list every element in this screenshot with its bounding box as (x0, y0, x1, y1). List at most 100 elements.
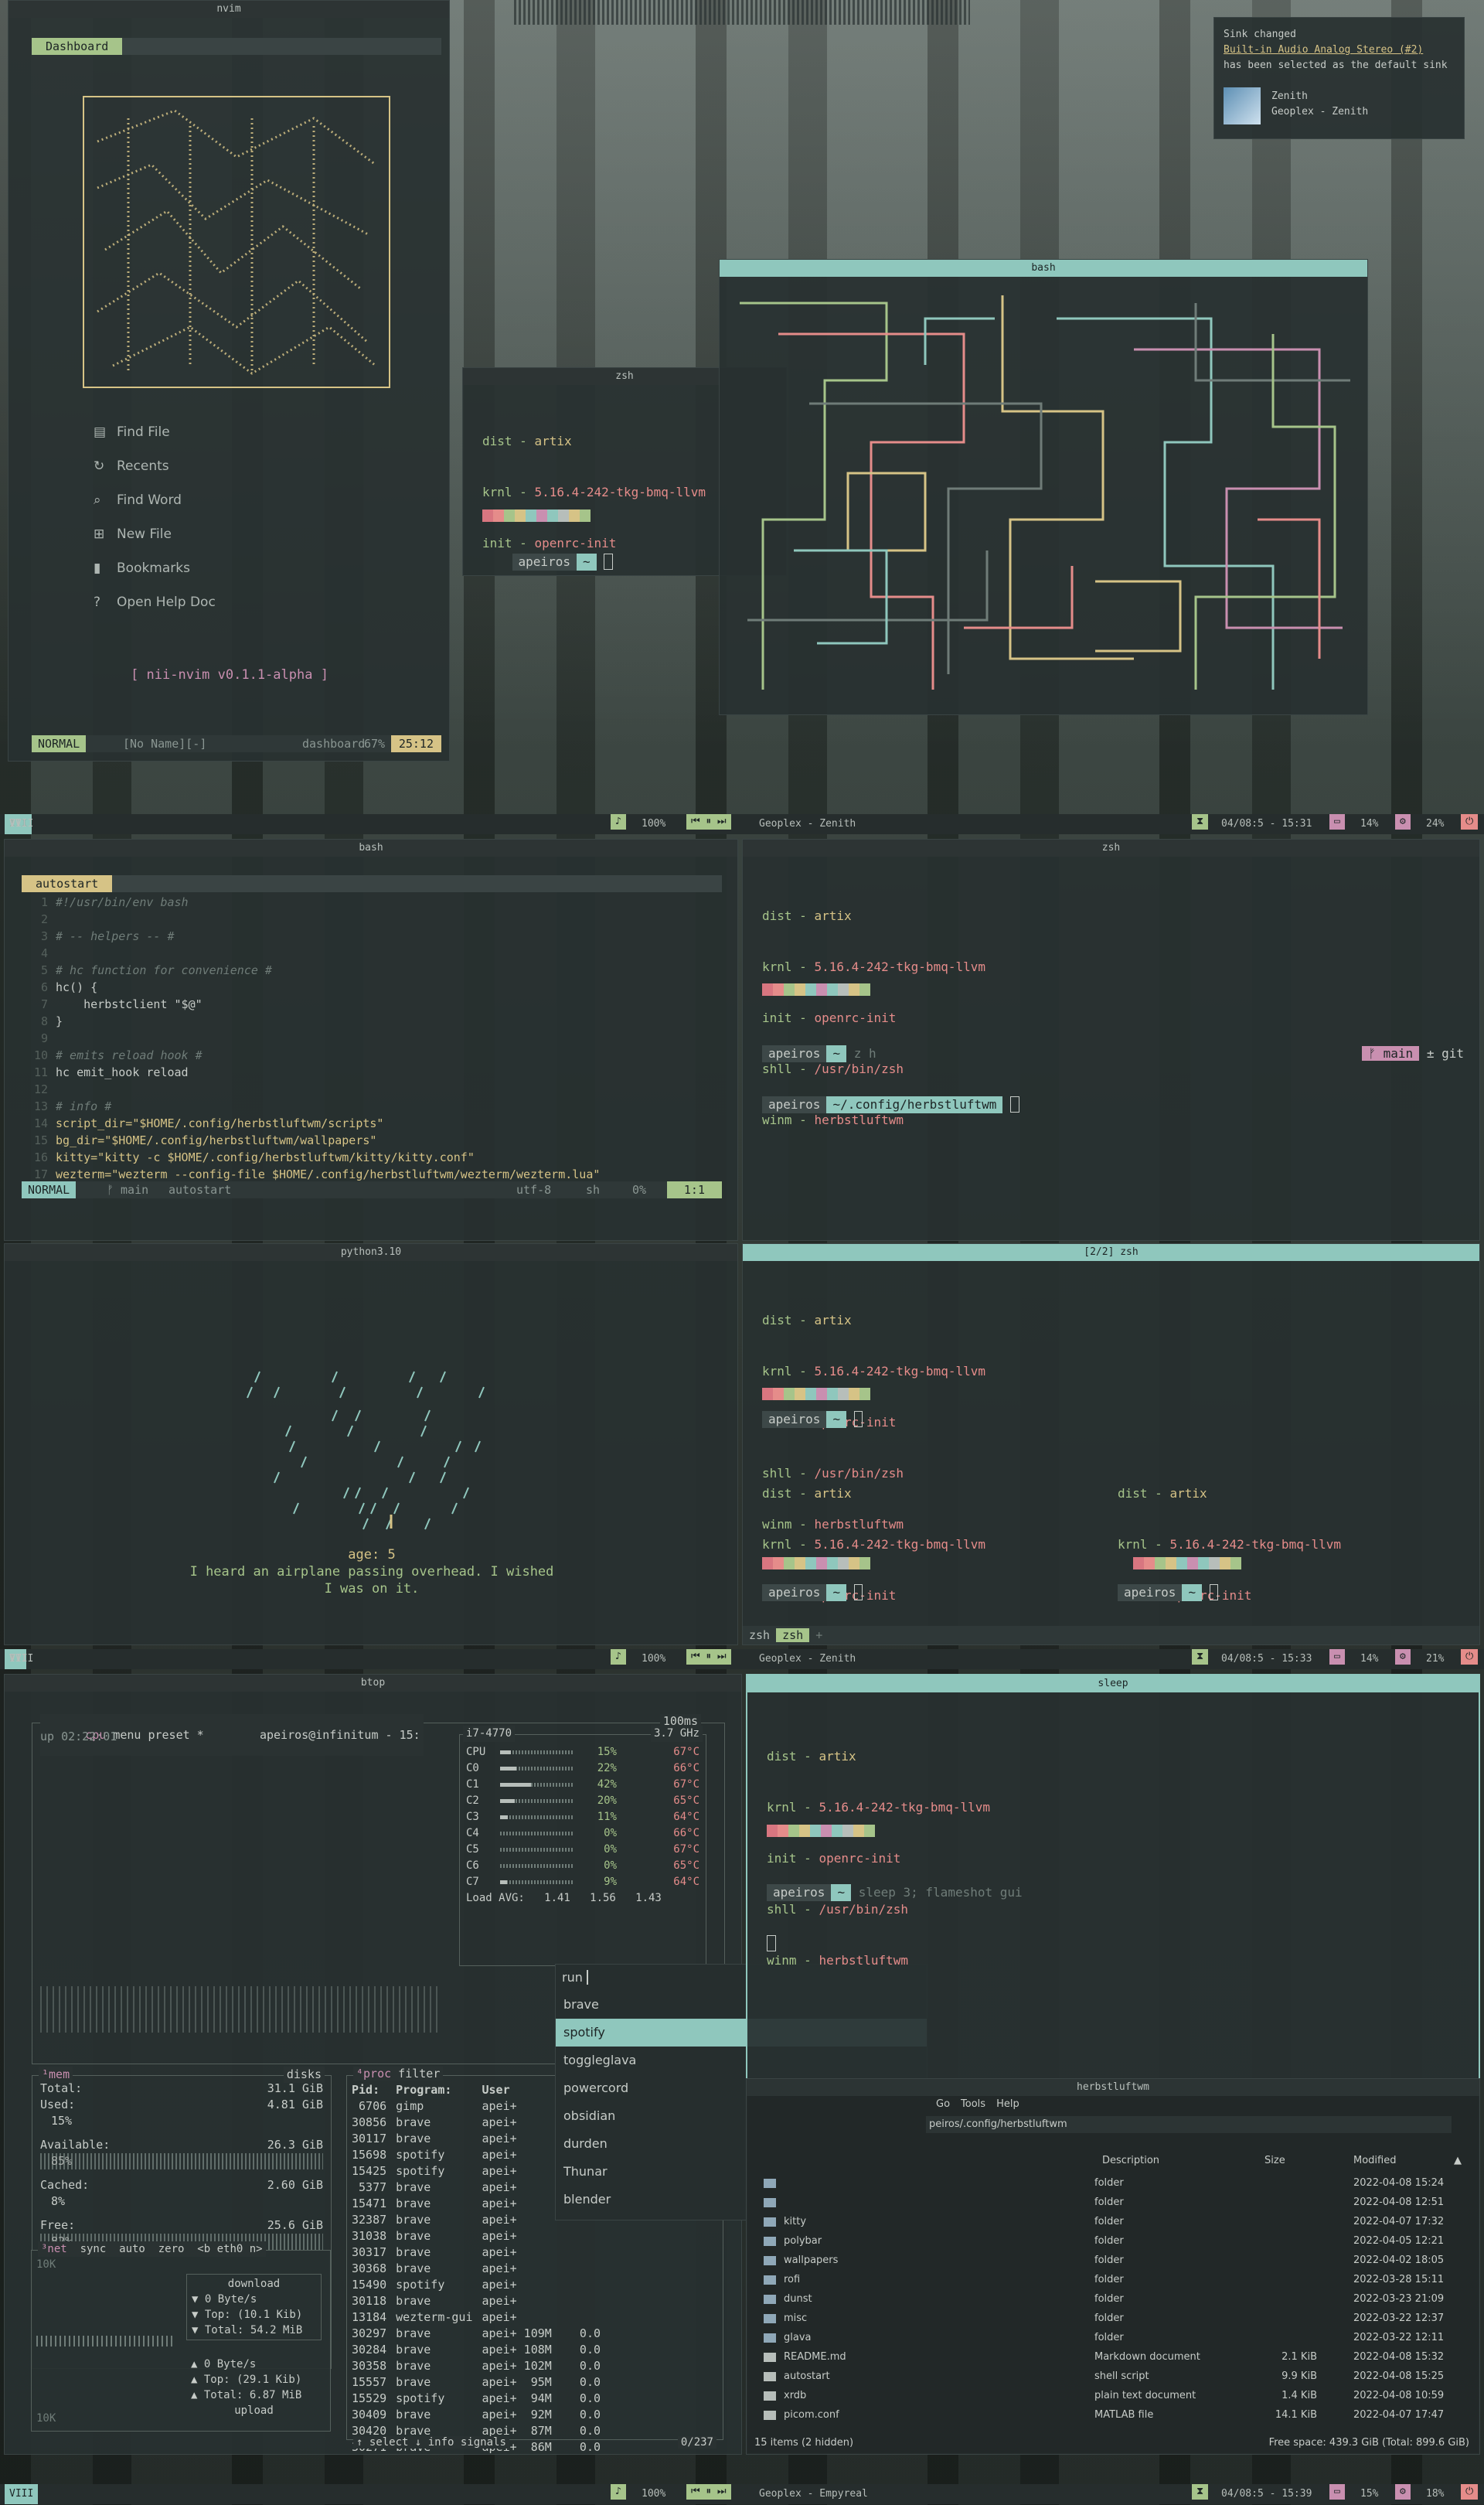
power-icon[interactable]: ⏻ (1461, 814, 1479, 830)
process-row[interactable]: 30118 brave apei+ (347, 2293, 605, 2309)
zsh-window-middle[interactable]: zsh dist - artix krnl - 5.16.4-242-tkg-b… (742, 839, 1480, 1241)
editor-buffer[interactable]: 1 #!/usr/bin/env bash 2 3 # -- helpers -- # 4… (22, 894, 722, 1183)
code-line[interactable]: 4 (22, 945, 722, 962)
file-modified: 2022-04-08 15:25 (1353, 2370, 1445, 2382)
process-row[interactable]: 31038 brave apei+ (347, 2228, 605, 2244)
tab-zsh-2[interactable]: zsh (776, 1628, 810, 1642)
process-row[interactable]: 30297 brave apei+ 109M 0.0 (347, 2326, 605, 2342)
help-item[interactable]: ? Open Help Doc (94, 595, 216, 629)
code-line[interactable]: 6 hc() { (22, 979, 722, 996)
file-modified: 2022-04-08 15:32 (1353, 2351, 1445, 2363)
shell-prompt-left[interactable]: apeiros ~ (762, 1584, 863, 1601)
process-row[interactable]: 30409 brave apei+ 92M 0.0 (347, 2407, 605, 2423)
core-bar-fill (500, 1750, 512, 1754)
bash-pipes-window[interactable]: bash (719, 259, 1368, 715)
code-line[interactable]: 2 (22, 911, 722, 928)
process-row[interactable]: 15557 brave apei+ 95M 0.0 (347, 2374, 605, 2391)
bookmarks-item[interactable]: ▮ Bookmarks (94, 561, 216, 595)
media-controls[interactable]: ⏮ ⏸ ⏭ (686, 2484, 731, 2500)
file-row[interactable]: folder 2022-04-08 15:24 (754, 2173, 1469, 2193)
code-line[interactable]: 11 hc emit_hook reload (22, 1064, 722, 1081)
file-row[interactable]: polybar folder 2022-04-05 12:21 (754, 2231, 1469, 2251)
editor-tab[interactable]: autostart (22, 875, 113, 892)
find-word-item[interactable]: ⌕ Find Word (94, 492, 216, 527)
menu-help[interactable]: Help (996, 2098, 1019, 2110)
notification-popup[interactable]: Sink changed Built-in Audio Analog Stere… (1213, 17, 1465, 139)
rain-animation (247, 1371, 485, 1530)
find-file-item[interactable]: ▤ Find File (94, 424, 216, 458)
process-row[interactable]: 30368 brave apei+ (347, 2261, 605, 2277)
column-header[interactable]: Program: (391, 2082, 477, 2098)
shell-prompt[interactable]: apeiros ~ (482, 537, 613, 575)
file-row[interactable]: wallpapers folder 2022-04-02 18:05 (754, 2251, 1469, 2270)
nvim-window[interactable]: nvim Dashboard ▤ Find File ↻ Recents ⌕ Find… (8, 0, 450, 762)
python-window[interactable]: python3.10 age: 5 I heard an airplane pa… (4, 1243, 738, 1645)
process-row[interactable]: 30317 brave apei+ (347, 2244, 605, 2261)
file-row[interactable]: folder 2022-04-08 12:51 (754, 2193, 1469, 2212)
code-line[interactable]: 14 script_dir="$HOME/.config/herbstluftwm… (22, 1115, 722, 1132)
process-row[interactable]: 15490 spotify apei+ (347, 2277, 605, 2293)
menu-tools[interactable]: Tools (961, 2098, 985, 2110)
shell-prompt-right[interactable]: apeiros ~ (1118, 1584, 1219, 1601)
tab-zsh-1[interactable]: zsh (743, 1628, 776, 1642)
fm-file-list[interactable]: folder 2022-04-08 15:24 folder 2022-04-08 1… (754, 2173, 1469, 2425)
dashboard-tab[interactable]: Dashboard (32, 38, 123, 55)
menu-go[interactable]: Go (936, 2098, 950, 2110)
volume-icon[interactable]: ♪ (611, 814, 626, 830)
process-row[interactable]: 15529 spotify apei+ 94M 0.0 (347, 2391, 605, 2407)
code-line[interactable]: 3 # -- helpers -- # (22, 928, 722, 945)
upload-stats: ▲ 0 Byte/s ▲ Top: (29.1 Kib) ▲ Total: 6.… (191, 2358, 302, 2417)
file-row[interactable]: xrdb plain text document 1.4 KiB 2022-04-08… (754, 2386, 1469, 2405)
media-controls[interactable]: ⏮ ⏸ ⏭ (686, 1649, 731, 1665)
volume-icon[interactable]: ♪ (611, 2484, 626, 2500)
tag-8[interactable]: VIII (5, 1649, 38, 1669)
power-icon[interactable]: ⏻ (1461, 1649, 1479, 1665)
power-icon[interactable]: ⏻ (1461, 2484, 1479, 2500)
file-row[interactable]: autostart shell script 9.9 KiB 2022-04-08 1… (754, 2367, 1469, 2386)
tag-8[interactable]: VIII (5, 2484, 39, 2504)
code-line[interactable]: 16 kitty="kitty -c $HOME/.config/herbstlu… (22, 1149, 722, 1166)
file-row[interactable]: dunst folder 2022-03-23 21:09 (754, 2289, 1469, 2309)
fm-location-bar[interactable]: peiros/.config/herbstluftwm (926, 2116, 1452, 2133)
column-header[interactable]: Pid: (347, 2082, 391, 2098)
core-name: C3 (466, 1811, 479, 1823)
editor-window[interactable]: bash autostart 1 #!/usr/bin/env bash 2 3 # -… (4, 839, 738, 1241)
code-line[interactable]: 9 (22, 1030, 722, 1047)
tag-8[interactable]: VIII (5, 814, 38, 834)
code-line[interactable]: 17 wezterm="wezterm --config-file $HOME/.… (22, 1166, 722, 1183)
shell-prompt[interactable]: apeiros ~ (762, 1411, 863, 1428)
tabbed-zsh-window[interactable]: [2/2] zsh dist - artix krnl - 5.16.4-242… (742, 1243, 1480, 1645)
file-row[interactable]: rofi folder 2022-03-28 15:11 (754, 2270, 1469, 2289)
code-line[interactable]: 13 # info # (22, 1098, 722, 1115)
file-name: README.md (784, 2351, 846, 2363)
statusbar-top: IIIIIIIVVVIVIIVIII ♪ 100% ⏮ ⏸ ⏭ Geoplex … (0, 814, 1484, 834)
code-line[interactable]: 10 # emits reload hook # (22, 1047, 722, 1064)
media-controls[interactable]: ⏮ ⏸ ⏭ (686, 814, 731, 830)
file-manager-window[interactable]: herbstluftwm Go Tools Help peiros/.config/… (746, 2078, 1480, 2455)
col-description[interactable]: Description (1102, 2155, 1159, 2166)
process-row[interactable]: 30358 brave apei+ 102M 0.0 (347, 2358, 605, 2374)
volume-icon[interactable]: ♪ (611, 1649, 626, 1665)
col-modified[interactable]: Modified (1353, 2155, 1396, 2166)
fm-item-count: 15 items (2 hidden) (754, 2437, 854, 2449)
file-row[interactable]: kitty folder 2022-04-07 17:32 (754, 2212, 1469, 2231)
file-row[interactable]: README.md Markdown document 2.1 KiB 2022-04… (754, 2347, 1469, 2367)
new-tab-button[interactable]: + (809, 1628, 829, 1642)
process-row[interactable]: 30284 brave apei+ 108M 0.0 (347, 2342, 605, 2358)
shell-prompt[interactable]: apeiros ~ sleep 3; flameshot gui (767, 1850, 1023, 1986)
code-line[interactable]: 8} (22, 1013, 722, 1030)
new-file-item[interactable]: ⊞ New File (94, 527, 216, 561)
code-line[interactable]: 5 # hc function for convenience # (22, 962, 722, 979)
code-line[interactable]: 7 herbstclient "$@" (22, 996, 722, 1013)
code-line[interactable]: 1 #!/usr/bin/env bash (22, 894, 722, 911)
shell-history[interactable]: apeiros ~ z h apeiros ~/.config/herbstluft… (762, 1011, 1019, 1147)
code-line[interactable]: 15 bg_dir="$HOME/.config/herbstluftwm/wal… (22, 1132, 722, 1149)
code-line[interactable]: 12 (22, 1081, 722, 1098)
file-row[interactable]: picom.conf MATLAB file 14.1 KiB 2022-04-07 … (754, 2405, 1469, 2425)
process-row[interactable]: 13184 wezterm-gui apei+ (347, 2309, 605, 2326)
col-size[interactable]: Size (1264, 2155, 1285, 2166)
file-row[interactable]: misc folder 2022-03-22 12:37 (754, 2309, 1469, 2328)
user-cell: apei+ (482, 2229, 517, 2243)
file-row[interactable]: glava folder 2022-03-22 12:11 (754, 2328, 1469, 2347)
recents-item[interactable]: ↻ Recents (94, 458, 216, 492)
